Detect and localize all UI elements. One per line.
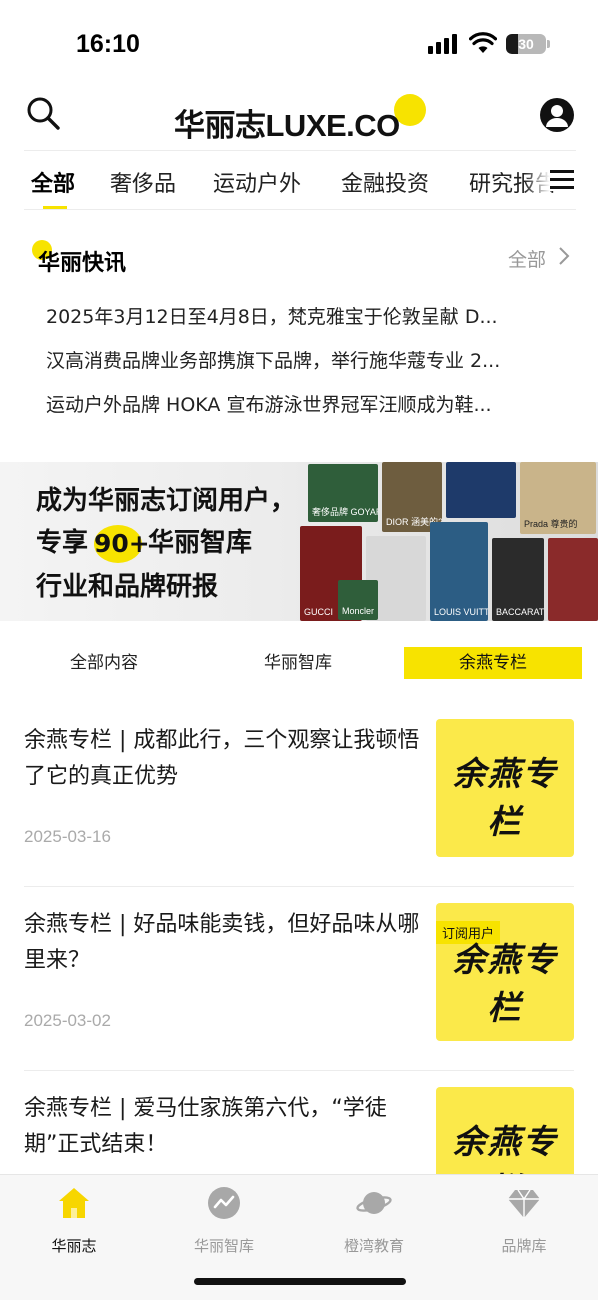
nav-label: 品牌库 bbox=[501, 1237, 547, 1255]
banner-line-3: 行业和品牌研报 bbox=[36, 572, 219, 602]
planet-icon bbox=[356, 1192, 392, 1214]
report-tile: BACCARAT bbox=[492, 538, 544, 621]
banner-badge: 90+ bbox=[94, 524, 150, 563]
article-thumbnail[interactable]: 订阅用户 余燕专栏 bbox=[436, 903, 574, 1041]
home-icon bbox=[59, 1188, 89, 1218]
article-title[interactable]: 余燕专栏 | 好品味能卖钱，但好品味从哪里来？ bbox=[24, 907, 420, 979]
article-card[interactable]: 余燕专栏 | 好品味能卖钱，但好品味从哪里来？ 2025-03-02 订阅用户 … bbox=[24, 887, 574, 1071]
active-tab-indicator bbox=[43, 206, 67, 209]
report-tile: Prada 尊贵的 bbox=[520, 462, 596, 534]
category-tab-luxury[interactable]: 奢侈品 bbox=[110, 166, 176, 198]
nav-item-education[interactable]: 橙湾教育 bbox=[314, 1185, 434, 1255]
report-tile bbox=[548, 538, 598, 621]
content-tabs: 全部内容 华丽智库 余燕专栏 bbox=[0, 647, 598, 679]
news-flash-header: 华丽快讯 全部 bbox=[24, 238, 576, 278]
banner-line-1: 成为华丽志订阅用户， bbox=[36, 486, 297, 516]
tab-all-content[interactable]: 全部内容 bbox=[24, 647, 184, 679]
app-header: 华丽志LUXE.CO bbox=[0, 88, 598, 150]
category-tab-finance[interactable]: 金融投资 bbox=[341, 166, 429, 198]
article-thumbnail[interactable]: 余燕专栏 bbox=[436, 719, 574, 857]
report-tile bbox=[446, 462, 516, 518]
category-tab-sports[interactable]: 运动户外 bbox=[213, 166, 301, 198]
home-indicator bbox=[194, 1278, 406, 1285]
category-tabs: 全部 奢侈品 运动户外 金融投资 研究报告 bbox=[24, 150, 576, 210]
nav-item-home[interactable]: 华丽志 bbox=[14, 1185, 134, 1255]
wifi-icon bbox=[469, 32, 497, 53]
trend-icon bbox=[208, 1187, 240, 1219]
tab-fade bbox=[524, 151, 550, 209]
battery-icon: 30 bbox=[506, 34, 546, 54]
report-tile: 奢侈品牌 GOYARD bbox=[308, 464, 378, 522]
tab-yuyan-column[interactable]: 余燕专栏 bbox=[404, 647, 582, 679]
report-tile: Moncler bbox=[338, 580, 378, 620]
subscription-banner[interactable]: 成为华丽志订阅用户， 专享90+华丽智库 行业和品牌研报 奢侈品牌 GOYARD… bbox=[0, 462, 598, 621]
report-tile: LOUIS VUITTON bbox=[430, 522, 488, 621]
article-date: 2025-03-16 bbox=[24, 827, 111, 846]
nav-item-brands[interactable]: 品牌库 bbox=[464, 1185, 584, 1255]
chevron-right-icon[interactable] bbox=[556, 245, 572, 267]
article-title[interactable]: 余燕专栏 | 爱马仕家族第六代，“学徒期”正式结束！ bbox=[24, 1091, 420, 1163]
tab-think-tank[interactable]: 华丽智库 bbox=[218, 647, 378, 679]
banner-report-collage: 奢侈品牌 GOYARD DIOR 涵美的2023 Prada 尊贵的 GUCCI… bbox=[300, 462, 598, 621]
article-card[interactable]: 余燕专栏 | 成都此行，三个观察让我顿悟了它的真正优势 2025-03-16 余… bbox=[24, 703, 574, 887]
news-flash-more[interactable]: 全部 bbox=[508, 245, 546, 272]
thumbnail-text: 余燕专栏 bbox=[452, 754, 558, 841]
diamond-icon bbox=[508, 1189, 540, 1218]
nav-item-think-tank[interactable]: 华丽智库 bbox=[164, 1185, 284, 1255]
news-flash-item[interactable]: 运动户外品牌 HOKA 宣布游泳世界冠军汪顺成为鞋... bbox=[46, 388, 548, 432]
thumbnail-text: 余燕专栏 bbox=[452, 940, 558, 1027]
search-icon[interactable] bbox=[24, 94, 64, 134]
news-flash-item[interactable]: 汉高消费品牌业务部携旗下品牌，举行施华蔻专业 2... bbox=[46, 344, 548, 388]
news-flash-list: 2025年3月12日至4月8日，梵克雅宝于伦敦呈献 D... 汉高消费品牌业务部… bbox=[46, 300, 548, 432]
banner-line-2-suffix: 华丽智库 bbox=[148, 528, 253, 558]
menu-icon[interactable] bbox=[550, 169, 574, 191]
logo-text: 华丽志LUXE.CO bbox=[174, 108, 400, 143]
status-time: 16:10 bbox=[76, 30, 140, 58]
battery-percent: 30 bbox=[518, 36, 534, 52]
signal-icon bbox=[428, 34, 460, 54]
nav-label: 华丽智库 bbox=[193, 1237, 254, 1255]
article-date: 2025-03-02 bbox=[24, 1011, 111, 1030]
article-title[interactable]: 余燕专栏 | 成都此行，三个观察让我顿悟了它的真正优势 bbox=[24, 723, 420, 795]
news-flash-title: 华丽快讯 bbox=[38, 251, 127, 276]
banner-line-2-prefix: 专享 bbox=[36, 528, 89, 558]
status-bar: 16:10 30 bbox=[0, 0, 598, 88]
news-flash-item[interactable]: 2025年3月12日至4月8日，梵克雅宝于伦敦呈献 D... bbox=[46, 300, 548, 344]
user-icon[interactable] bbox=[540, 98, 574, 132]
battery-cap bbox=[547, 40, 550, 48]
app-logo: 华丽志LUXE.CO bbox=[174, 94, 434, 143]
nav-label: 橙湾教育 bbox=[343, 1237, 404, 1255]
banner-line-2: 专享 90+华丽智库 bbox=[36, 522, 252, 563]
nav-label: 华丽志 bbox=[51, 1237, 97, 1255]
category-tab-all[interactable]: 全部 bbox=[31, 166, 75, 198]
